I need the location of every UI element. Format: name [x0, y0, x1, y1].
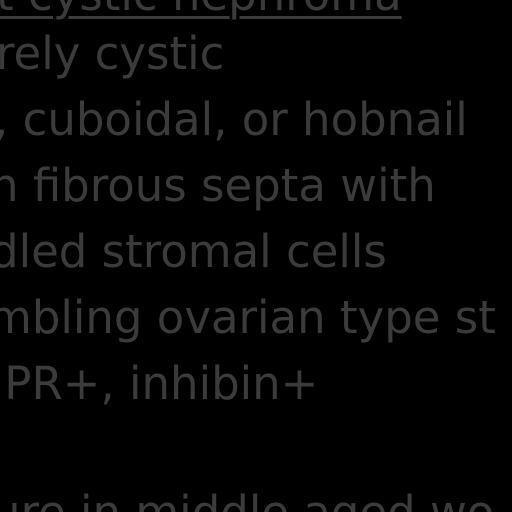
text-line: mbling ovarian type st — [0, 291, 496, 344]
heading-line: t cystic nephroma — [0, 0, 402, 17]
text-line: n fibrous septa with — [0, 159, 436, 212]
slide-canvas: t cystic nephroma rely cystic , cuboidal… — [0, 0, 512, 512]
text-line: ,PR+, inhibin+ — [0, 357, 319, 410]
text-line: ure in middle aged wo — [0, 490, 494, 512]
text-line: rely cystic — [0, 27, 225, 80]
text-line: dled stromal cells — [0, 225, 387, 278]
text-line: , cuboidal, or hobnail — [0, 93, 468, 146]
